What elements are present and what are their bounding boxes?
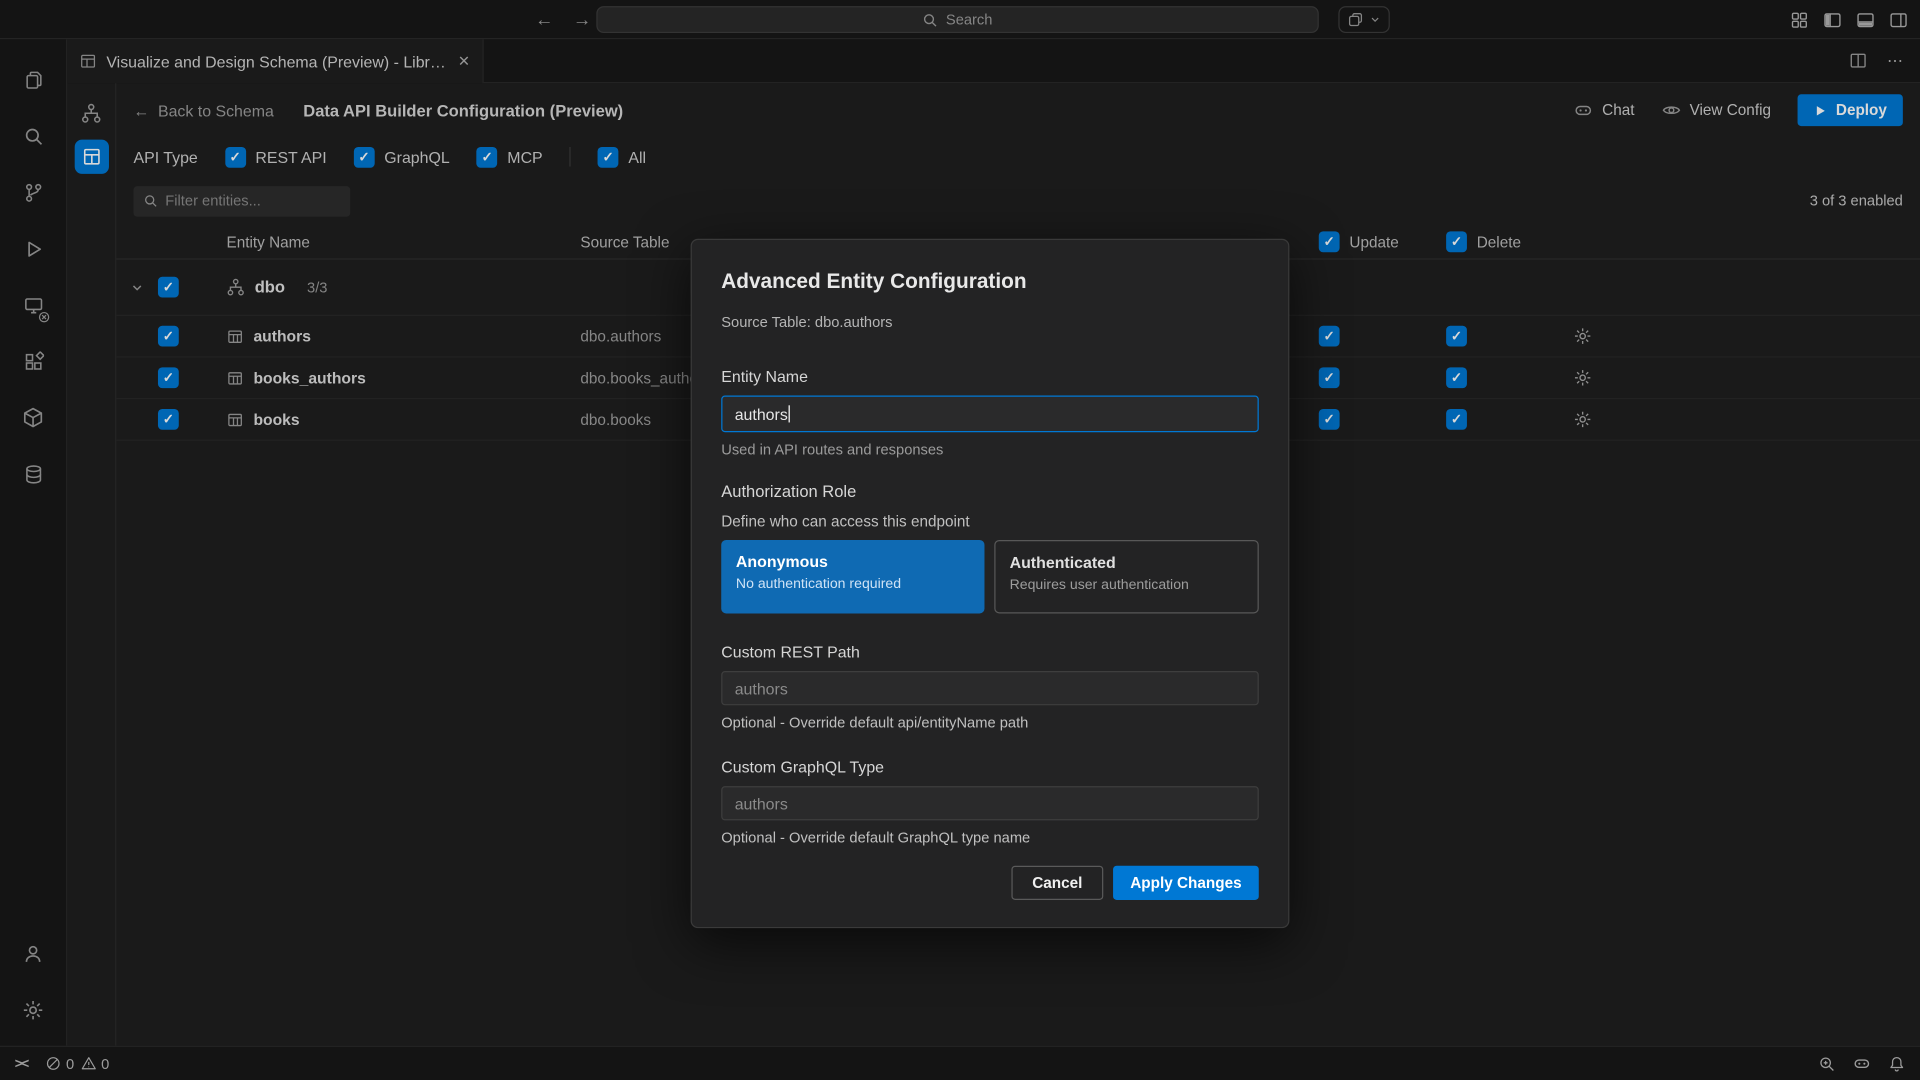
authorization-role-label: Authorization Role — [721, 482, 1259, 500]
custom-graphql-type-label: Custom GraphQL Type — [721, 758, 1259, 776]
entity-name-value: authors — [735, 405, 788, 423]
modal-overlay: Advanced Entity Configuration Source Tab… — [0, 0, 1920, 1080]
custom-graphql-type-placeholder: authors — [735, 794, 788, 812]
custom-graphql-type-help: Optional - Override default GraphQL type… — [721, 829, 1259, 846]
role-authenticated-card[interactable]: Authenticated Requires user authenticati… — [994, 540, 1259, 613]
entity-name-label: Entity Name — [721, 367, 1259, 385]
role-title: Anonymous — [736, 552, 969, 570]
custom-rest-path-help: Optional - Override default api/entityNa… — [721, 714, 1259, 731]
entity-name-input[interactable]: authors — [721, 396, 1259, 433]
dialog-source-table: Source Table: dbo.authors — [721, 313, 1259, 330]
role-title: Authenticated — [1010, 553, 1243, 571]
dialog-title: Advanced Entity Configuration — [721, 269, 1259, 293]
custom-graphql-type-input[interactable]: authors — [721, 786, 1259, 820]
role-subtitle: Requires user authentication — [1010, 578, 1243, 593]
custom-rest-path-label: Custom REST Path — [721, 643, 1259, 661]
apply-changes-button[interactable]: Apply Changes — [1113, 866, 1259, 900]
authorization-role-help: Define who can access this endpoint — [721, 513, 1259, 530]
role-anonymous-card[interactable]: Anonymous No authentication required — [721, 540, 984, 613]
cancel-button[interactable]: Cancel — [1011, 866, 1103, 900]
custom-rest-path-placeholder: authors — [735, 679, 788, 697]
advanced-entity-configuration-dialog: Advanced Entity Configuration Source Tab… — [691, 239, 1290, 928]
custom-rest-path-input[interactable]: authors — [721, 671, 1259, 705]
text-caret — [789, 405, 790, 422]
role-subtitle: No authentication required — [736, 577, 969, 592]
entity-name-help: Used in API routes and responses — [721, 441, 1259, 458]
vscode-window: ← → Search — [0, 0, 1920, 1080]
